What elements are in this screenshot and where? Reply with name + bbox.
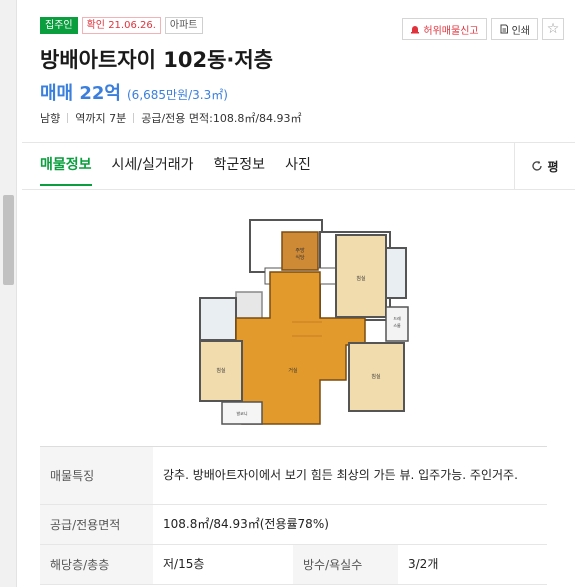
table-row: 해당층/총층 저/15층 방수/욕실수 3/2개 (40, 544, 547, 585)
area-label: 공급/전용면적 (40, 504, 153, 545)
svg-text:스룸: 스룸 (393, 322, 401, 328)
owner-badge: 집주인 (40, 17, 78, 34)
price-per-area: (6,685만원/3.3㎡) (127, 88, 228, 102)
badge-group: 집주인 확인 21.06.26. 아파트 (40, 17, 203, 34)
tab-photos[interactable]: 사진 (285, 154, 311, 186)
tab-school-info[interactable]: 학군정보 (214, 154, 266, 186)
svg-text:침실: 침실 (216, 367, 226, 374)
features-value: 강추. 방배아트자이에서 보기 힘든 최상의 가든 뷰. 입주가능. 주인거주. (153, 446, 547, 505)
table-row: 공급/전용면적 108.8㎡/84.93㎡(전용률78%) (40, 504, 547, 545)
print-label: 인쇄 (511, 25, 530, 37)
table-row: 매물특징 강추. 방배아트자이에서 보기 힘든 최상의 가든 뷰. 입주가능. … (40, 446, 547, 505)
favorite-button[interactable]: ☆ (542, 18, 564, 40)
listing-info-table: 매물특징 강추. 방배아트자이에서 보기 힘든 최상의 가든 뷰. 입주가능. … (40, 446, 547, 585)
divider (22, 142, 575, 143)
report-false-listing-button[interactable]: 허위매물신고 (402, 18, 487, 40)
listing-meta: 남향 역까지 7분 공급/전용 면적:108.8㎡/84.93㎡ (40, 110, 302, 126)
floor-value: 저/15층 (153, 544, 293, 585)
tab-bar: 매물정보 시세/실거래가 학군정보 사진 (40, 154, 311, 186)
print-icon (500, 24, 508, 34)
scrollbar-thumb[interactable] (3, 195, 14, 285)
tab-listing-info[interactable]: 매물정보 (40, 154, 92, 186)
rooms-value: 3/2개 (398, 544, 547, 585)
area-unit-toggle[interactable]: 평 (514, 143, 575, 189)
refresh-icon (532, 160, 543, 171)
svg-text:드레: 드레 (393, 315, 401, 321)
svg-text:침실: 침실 (356, 275, 366, 282)
scrollbar[interactable] (0, 0, 17, 587)
rooms-label: 방수/욕실수 (293, 544, 398, 585)
svg-text:거실: 거실 (288, 367, 298, 374)
features-label: 매물특징 (40, 446, 153, 505)
listing-price: 매매 22억 (40, 83, 121, 104)
svg-text:식당: 식당 (295, 254, 305, 261)
print-button[interactable]: 인쇄 (490, 18, 538, 40)
price-row: 매매 22억 (6,685만원/3.3㎡) (40, 79, 228, 105)
divider (133, 113, 135, 123)
divider (22, 189, 575, 190)
listing-panel: 집주인 확인 21.06.26. 아파트 허위매물신고 인쇄 ☆ 방배아트자이 … (17, 0, 575, 587)
area-info: 공급/전용 면적:108.8㎡/84.93㎡ (141, 112, 302, 125)
report-label: 허위매물신고 (423, 25, 479, 37)
svg-text:주방: 주방 (295, 247, 305, 254)
tab-price-history[interactable]: 시세/실거래가 (112, 154, 194, 186)
confirm-date-badge: 확인 21.06.26. (81, 17, 161, 34)
svg-text:침실: 침실 (371, 373, 381, 380)
siren-icon (411, 26, 420, 34)
station-distance: 역까지 7분 (75, 112, 127, 125)
property-type-badge: 아파트 (164, 17, 203, 34)
direction: 남향 (40, 112, 61, 125)
area-unit-label: 평 (547, 159, 559, 174)
star-icon: ☆ (546, 21, 560, 37)
svg-text:발코니: 발코니 (236, 410, 247, 416)
floor-label: 해당층/총층 (40, 544, 153, 585)
floor-plan[interactable]: 주방 식당 침실 침실 침실 거실 드레 스룸 발코니 (180, 210, 412, 428)
area-value: 108.8㎡/84.93㎡(전용률78%) (153, 504, 547, 545)
top-actions: 허위매물신고 인쇄 ☆ (402, 18, 564, 40)
listing-title: 방배아트자이 102동·저층 (40, 48, 274, 72)
divider (67, 113, 69, 123)
